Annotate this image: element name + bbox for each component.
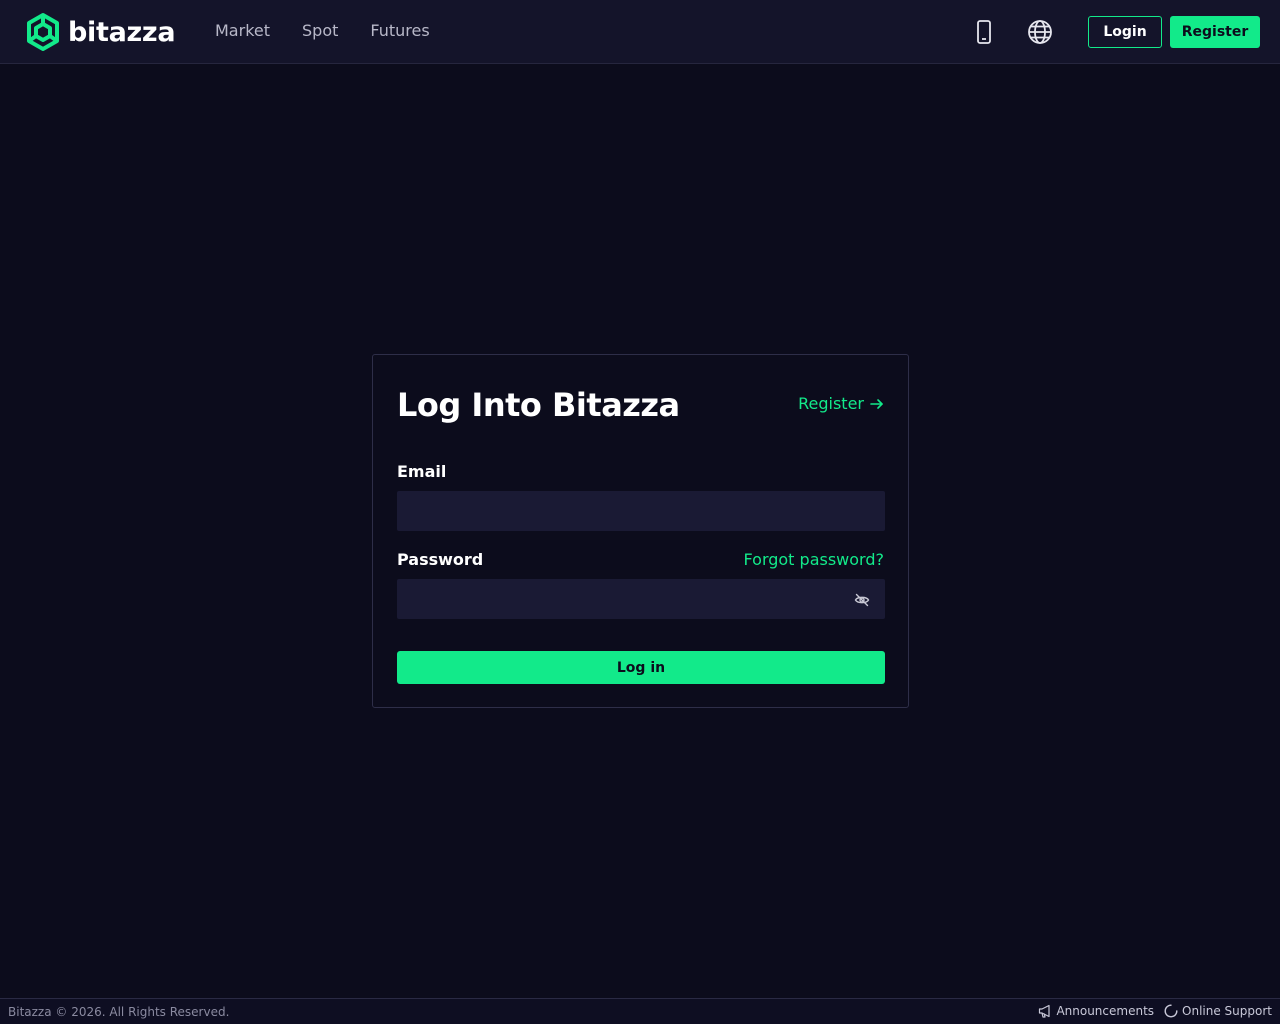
login-card: Log Into Bitazza Register Email Password…: [372, 354, 909, 708]
nav-item-market[interactable]: Market: [215, 20, 270, 42]
header-register-button[interactable]: Register: [1170, 16, 1260, 48]
footer-bar: Bitazza © 2026. All Rights Reserved. Ann…: [0, 998, 1280, 1024]
brand-logo[interactable]: bitazza: [24, 12, 176, 52]
top-navbar: bitazza Market Spot Futures Login Regist…: [0, 0, 1280, 64]
password-field[interactable]: [397, 579, 885, 619]
footer-links: Announcements Online Support: [1028, 1004, 1272, 1018]
toggle-password-visibility[interactable]: [854, 592, 870, 608]
bitazza-logo-icon: [27, 13, 59, 51]
nav-item-futures[interactable]: Futures: [370, 20, 429, 42]
online-support-link[interactable]: Online Support: [1164, 1004, 1272, 1018]
main-nav: Market Spot Futures: [215, 20, 462, 42]
nav-item-spot[interactable]: Spot: [302, 20, 338, 42]
announcements-label: Announcements: [1056, 1004, 1155, 1018]
brand-name: bitazza: [68, 16, 176, 48]
password-label: Password: [397, 550, 484, 569]
login-title: Log Into Bitazza: [397, 386, 680, 424]
login-submit-button[interactable]: Log in: [397, 651, 885, 684]
register-link[interactable]: Register: [798, 393, 884, 415]
page: bitazza Market Spot Futures Login Regist…: [0, 0, 1280, 1024]
email-field[interactable]: [397, 491, 885, 531]
online-support-label: Online Support: [1182, 1004, 1272, 1018]
register-link-label: Register: [798, 394, 864, 413]
email-label: Email: [397, 462, 447, 481]
announcements-link[interactable]: Announcements: [1038, 1004, 1154, 1018]
megaphone-icon: [1039, 1004, 1051, 1018]
mobile-phone-icon: [977, 20, 991, 44]
mobile-app-button[interactable]: [971, 19, 997, 45]
eye-slash-icon: [854, 593, 870, 607]
copyright-text: Bitazza © 2026. All Rights Reserved.: [8, 1005, 230, 1019]
forgot-password-link[interactable]: Forgot password?: [744, 549, 884, 571]
arrow-right-icon: [870, 399, 883, 409]
globe-icon: [1028, 20, 1052, 44]
loading-spinner-icon: [1164, 1004, 1178, 1018]
header-login-button[interactable]: Login: [1088, 16, 1162, 48]
language-button[interactable]: [1027, 19, 1053, 45]
